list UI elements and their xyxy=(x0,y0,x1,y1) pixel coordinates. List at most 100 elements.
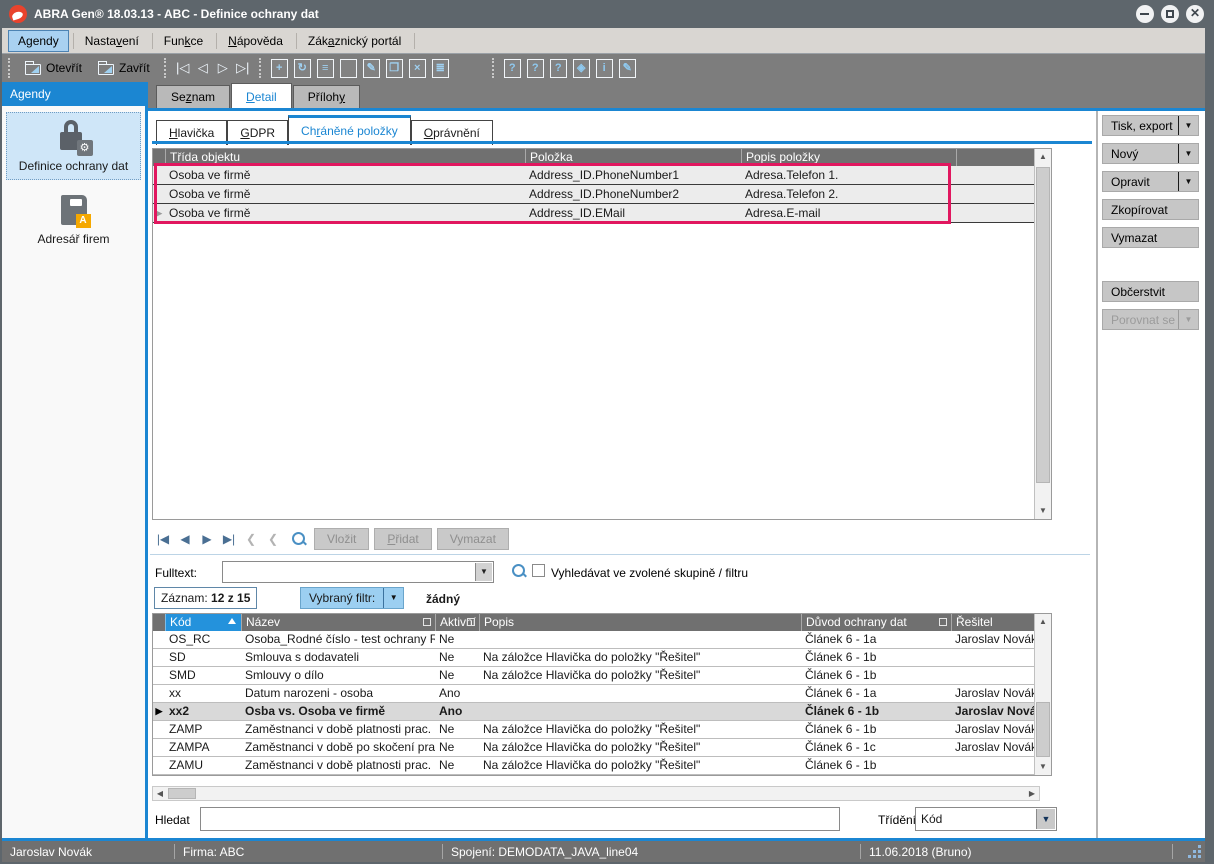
scroll-up-icon[interactable]: ▲ xyxy=(1035,614,1051,630)
nav-prior-icon[interactable]: ◀ xyxy=(174,532,196,546)
search-input[interactable] xyxy=(200,807,840,831)
delete-record-icon[interactable]: × xyxy=(409,59,426,78)
insert-row-button[interactable]: Vložit xyxy=(314,528,369,550)
maximize-button[interactable] xyxy=(1161,5,1179,23)
scroll-left-icon[interactable]: ◀ xyxy=(153,787,167,800)
print-icon[interactable]: ≡ xyxy=(317,59,334,78)
help-context-icon[interactable]: ? xyxy=(527,59,544,78)
record-row[interactable]: ▶xx2Osba vs. Osoba ve firměAnoČlánek 6 -… xyxy=(153,703,1051,721)
fulltext-input[interactable]: ▼ xyxy=(222,561,494,583)
open-in-new-window-icon[interactable]: + xyxy=(271,59,288,78)
record-row[interactable]: ZAMPZaměstnanci v době platnosti prac. p… xyxy=(153,721,1051,739)
print-export-dropdown-icon[interactable]: ▼ xyxy=(1178,116,1198,135)
open-agenda-button[interactable]: Otevřít xyxy=(17,58,90,78)
close-button[interactable]: ✕ xyxy=(1186,5,1204,23)
sort-dropdown-icon[interactable]: ▼ xyxy=(1036,809,1055,829)
vertical-scroll-thumb[interactable] xyxy=(1036,167,1050,483)
fulltext-search-icon[interactable] xyxy=(510,562,528,580)
column-header[interactable]: Řešitel xyxy=(951,614,1036,631)
filter-dropdown-icon[interactable]: ▼ xyxy=(383,588,403,608)
column-header[interactable]: Položka xyxy=(525,149,741,166)
horizontal-scrollbar[interactable]: ◀ ▶ xyxy=(152,786,1040,801)
fulltext-dropdown-icon[interactable]: ▼ xyxy=(475,563,492,581)
horizontal-scroll-thumb[interactable] xyxy=(168,788,196,799)
menu-napoveda[interactable]: Nápověda xyxy=(219,31,292,51)
column-header[interactable]: Kód xyxy=(165,614,241,631)
related-topics-icon[interactable]: ◈ xyxy=(573,59,590,78)
record-row[interactable]: OS_RCOsoba_Rodné číslo - test ochrany RČ… xyxy=(153,631,1051,649)
refresh-button[interactable]: Občerstvit xyxy=(1102,281,1199,302)
record-row[interactable]: SMDSmlouvy o díloNeNa záložce Hlavička d… xyxy=(153,667,1051,685)
column-filter-icon[interactable] xyxy=(939,618,947,626)
edit-dropdown-icon[interactable]: ▼ xyxy=(1178,172,1198,191)
protected-item-row[interactable]: Osoba ve firměAddress_ID.PhoneNumber2Adr… xyxy=(153,185,1051,204)
menu-funkce[interactable]: Funkce xyxy=(155,31,212,51)
column-filter-icon[interactable] xyxy=(467,618,475,626)
help-pages-icon[interactable]: ? xyxy=(550,59,567,78)
record-row[interactable]: xxDatum narozeni - osobaAnoČlánek 6 - 1a… xyxy=(153,685,1051,703)
column-header[interactable]: Aktivní xyxy=(435,614,479,631)
delete-row-button[interactable]: Vymazat xyxy=(437,528,509,550)
resize-grip[interactable] xyxy=(1189,846,1201,858)
last-record-icon[interactable]: ▷| xyxy=(233,60,253,76)
first-record-icon[interactable]: |◁ xyxy=(173,60,193,76)
selected-filter-button[interactable]: Vybraný filtr: ▼ xyxy=(300,587,404,609)
tab-seznam[interactable]: Seznam xyxy=(156,85,230,108)
grid-search-icon[interactable] xyxy=(290,530,308,548)
records-table[interactable]: KódNázevAktivníPopisDůvod ochrany datŘeš… xyxy=(152,613,1052,776)
record-row[interactable]: ZAMUZaměstnanci v době platnosti prac. p… xyxy=(153,757,1051,775)
search-in-group-checkbox[interactable] xyxy=(532,564,545,577)
vertical-scrollbar[interactable]: ▲▼ xyxy=(1034,614,1051,775)
nav-first-icon[interactable]: |◀ xyxy=(152,532,174,546)
column-header[interactable]: Popis xyxy=(479,614,801,631)
copy-record-icon[interactable]: ❐ xyxy=(386,59,403,78)
sort-select[interactable]: Kód ▼ xyxy=(915,807,1057,831)
column-header[interactable]: Název xyxy=(241,614,435,631)
tab-prilohy[interactable]: Přílohy xyxy=(293,85,360,108)
report-list-icon[interactable]: ≣ xyxy=(432,59,449,78)
protected-item-row[interactable]: ▶Osoba ve firměAddress_ID.EMailAdresa.E-… xyxy=(153,204,1051,223)
edit-button[interactable]: Opravit▼ xyxy=(1102,171,1199,192)
record-row[interactable]: ZAMPAZaměstnanci v době po skočení prac.… xyxy=(153,739,1051,757)
add-row-button[interactable]: Přidat xyxy=(374,528,431,550)
info-icon[interactable]: i xyxy=(596,59,613,78)
sidebar-item-adresar-firem[interactable]: A Adresář firem xyxy=(6,186,141,252)
protected-items-table[interactable]: Třída objektuPoložkaPopis položkyOsoba v… xyxy=(152,148,1052,520)
tab-detail[interactable]: Detail xyxy=(231,83,292,108)
compare-dropdown-icon[interactable]: ▼ xyxy=(1178,310,1198,329)
delete-button[interactable]: Vymazat xyxy=(1102,227,1199,248)
next-record-icon[interactable]: ▷ xyxy=(213,60,233,76)
minimize-button[interactable] xyxy=(1136,5,1154,23)
vertical-scroll-thumb[interactable] xyxy=(1036,702,1050,757)
vertical-scrollbar[interactable]: ▲▼ xyxy=(1034,149,1051,519)
print-export-button[interactable]: Tisk, export▼ xyxy=(1102,115,1199,136)
nav-next-page-icon[interactable]: ❮ xyxy=(262,532,284,546)
column-header[interactable]: Popis položky xyxy=(741,149,956,166)
new-button[interactable]: Nový▼ xyxy=(1102,143,1199,164)
nav-prior-page-icon[interactable]: ❮ xyxy=(240,532,262,546)
scroll-right-icon[interactable]: ▶ xyxy=(1025,787,1039,800)
copy-button[interactable]: Zkopírovat xyxy=(1102,199,1199,220)
nav-last-icon[interactable]: ▶| xyxy=(218,532,240,546)
scroll-up-icon[interactable]: ▲ xyxy=(1035,149,1051,165)
prior-record-icon[interactable]: ◁ xyxy=(193,60,213,76)
edit-record-icon[interactable]: ✎ xyxy=(363,59,380,78)
new-document-icon[interactable] xyxy=(340,59,357,78)
sidebar-item-definice-ochrany-dat[interactable]: ⚙ Definice ochrany dat xyxy=(6,112,141,180)
protected-item-row[interactable]: Osoba ve firměAddress_ID.PhoneNumber1Adr… xyxy=(153,166,1051,185)
refresh-window-icon[interactable]: ↻ xyxy=(294,59,311,78)
scroll-down-icon[interactable]: ▼ xyxy=(1035,759,1051,775)
column-header[interactable]: Třída objektu xyxy=(165,149,525,166)
menu-zakaznicky-portal[interactable]: Zákaznický portál xyxy=(299,31,410,51)
nav-next-icon[interactable]: ▶ xyxy=(196,532,218,546)
notes-edit-icon[interactable]: ✎ xyxy=(619,59,636,78)
new-dropdown-icon[interactable]: ▼ xyxy=(1178,144,1198,163)
scroll-down-icon[interactable]: ▼ xyxy=(1035,503,1051,519)
column-header[interactable]: Důvod ochrany dat xyxy=(801,614,951,631)
help-document-icon[interactable]: ? xyxy=(504,59,521,78)
column-filter-icon[interactable] xyxy=(423,618,431,626)
menu-nastaveni[interactable]: Nastavení xyxy=(76,31,148,51)
menu-agendy[interactable]: Agendy xyxy=(8,30,69,52)
compare-with-template-button[interactable]: Porovnat se vzorem▼ xyxy=(1102,309,1199,330)
close-agenda-button[interactable]: Zavřít xyxy=(90,58,158,78)
